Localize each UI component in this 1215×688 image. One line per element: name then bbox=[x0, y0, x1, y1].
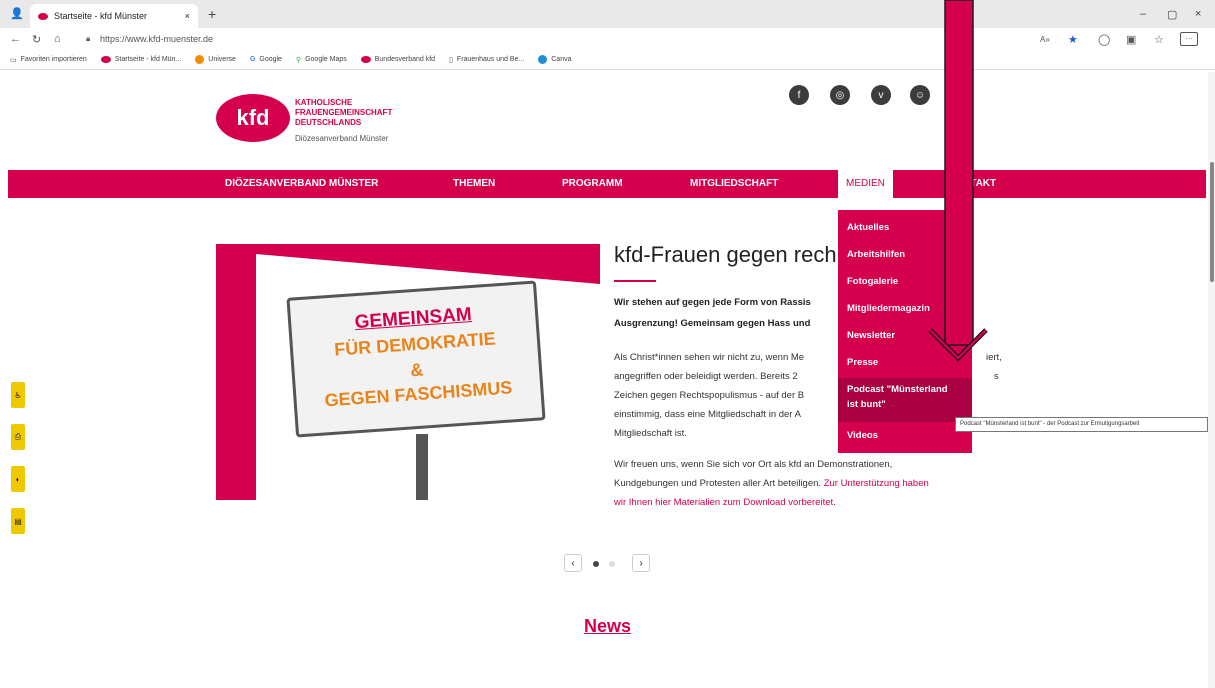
headline-underline bbox=[614, 280, 656, 282]
folder-icon: ▭ bbox=[10, 56, 17, 64]
profile-icon[interactable]: 👤 bbox=[10, 7, 24, 20]
slider-prev-button[interactable]: ‹ bbox=[564, 554, 582, 572]
medien-dropdown-menu: Aktuelles Arbeitshilfen Fotogalerie Mitg… bbox=[838, 210, 972, 453]
universe-icon bbox=[195, 55, 205, 64]
instagram-icon[interactable]: ◎ bbox=[830, 85, 850, 105]
slide-text-line1: Als Christ*innen sehen wir nicht zu, wen… bbox=[614, 352, 805, 363]
page-icon: ▯ bbox=[449, 56, 453, 64]
extensions-icon[interactable]: ◯ bbox=[1098, 33, 1110, 46]
nav-mitgliedschaft[interactable]: MITGLIEDSCHAFT bbox=[690, 170, 778, 198]
org-name-line2: FRAUENGEMEINSCHAFT bbox=[295, 108, 393, 117]
kfd-logo[interactable]: kfd bbox=[216, 94, 290, 142]
facebook-icon[interactable]: f bbox=[789, 85, 809, 105]
scrollbar-thumb[interactable] bbox=[1210, 162, 1214, 282]
menu-item-fotogalerie[interactable]: Fotogalerie bbox=[847, 276, 898, 287]
back-icon[interactable]: ← bbox=[10, 33, 21, 45]
nav-medien[interactable]: MEDIEN bbox=[838, 170, 893, 198]
slide-lead-line1: Wir stehen auf gegen jede Form von Rassi… bbox=[614, 297, 811, 308]
download-link-line2[interactable]: wir Ihnen hier Materialien zum Download … bbox=[614, 497, 836, 508]
nav-programm[interactable]: PROGRAMM bbox=[562, 170, 623, 198]
url-field[interactable]: https://www.kfd-muenster.de bbox=[100, 34, 213, 44]
bookmark-frauenhaus[interactable]: ▯ Frauenhaus und Be... bbox=[449, 56, 524, 64]
more-menu-icon[interactable]: ··· bbox=[1180, 32, 1198, 46]
slide-text-line4: einstimmig, dass eine Mitgliedschaft in … bbox=[614, 409, 801, 420]
menu-item-mitgliedermagazin[interactable]: Mitgliedermagazin bbox=[847, 303, 930, 314]
menu-item-presse[interactable]: Presse bbox=[847, 357, 878, 368]
menu-item-videos[interactable]: Videos bbox=[847, 430, 878, 441]
favorite-star-icon[interactable]: ★ bbox=[1068, 33, 1078, 46]
tab-close-icon[interactable]: × bbox=[185, 11, 190, 21]
tab-title: Startseite - kfd Münster bbox=[54, 11, 148, 21]
lock-icon: 🔒︎ bbox=[86, 34, 91, 43]
browser-tab-bar: 👤 Startseite - kfd Münster × + – ▢ × bbox=[0, 0, 1215, 28]
bookmark-bundesverband[interactable]: Bundesverband kfd bbox=[360, 56, 435, 63]
nav-dioezesanverband[interactable]: DIÖZESANVERBAND MÜNSTER bbox=[225, 170, 378, 198]
map-pin-icon: ⚲ bbox=[295, 56, 302, 64]
bookmark-canva[interactable]: Canva bbox=[538, 55, 571, 64]
bookmarks-bar: ▭ Favoriten importieren Startseite - kfd … bbox=[0, 50, 1215, 70]
main-navigation: DIÖZESANVERBAND MÜNSTER THEMEN PROGRAMM … bbox=[8, 170, 1206, 198]
minimize-button[interactable]: – bbox=[1140, 8, 1146, 20]
menu-item-podcast-line2[interactable]: ist bunt" bbox=[847, 399, 886, 410]
print-icon[interactable]: ⎙ bbox=[11, 424, 25, 450]
menu-item-arbeitshilfen[interactable]: Arbeitshilfen bbox=[847, 249, 905, 260]
maximize-button[interactable]: ▢ bbox=[1167, 8, 1177, 21]
accessibility-icon[interactable]: ♿︎ bbox=[11, 382, 25, 408]
bookmark-import[interactable]: ▭ Favoriten importieren bbox=[10, 56, 87, 64]
menu-item-newsletter[interactable]: Newsletter bbox=[847, 330, 895, 341]
contrast-icon[interactable]: ◐ bbox=[11, 466, 25, 492]
vimeo-icon[interactable]: v bbox=[871, 85, 891, 105]
slider-dot-active[interactable] bbox=[593, 561, 599, 567]
kfd-favicon-icon bbox=[100, 56, 111, 63]
slide-text-line2: angegriffen oder beleidigt werden. Berei… bbox=[614, 371, 798, 382]
slide-text-line7: Kundgebungen und Protesten aller Art bet… bbox=[614, 478, 929, 489]
read-aloud-icon[interactable]: A» bbox=[1040, 35, 1050, 44]
menu-item-podcast[interactable]: Podcast "Münsterland bbox=[847, 384, 948, 395]
reader-icon[interactable]: ▤ bbox=[11, 508, 25, 534]
bookmark-google-maps[interactable]: ⚲ Google Maps bbox=[296, 56, 347, 64]
favorites-icon[interactable]: ☆ bbox=[1154, 33, 1164, 46]
org-name-line1: KATHOLISCHE bbox=[295, 98, 353, 107]
home-icon[interactable]: ⌂ bbox=[54, 33, 61, 45]
slide-text-line6: Wir freuen uns, wenn Sie sich vor Ort al… bbox=[614, 459, 893, 470]
slide-text-line5: Mitgliedschaft ist. bbox=[614, 428, 687, 439]
slide-text-line3: Zeichen gegen Rechtspopulismus - auf der… bbox=[614, 390, 805, 401]
canva-icon bbox=[538, 55, 548, 64]
google-icon: G bbox=[249, 56, 256, 63]
split-screen-icon[interactable]: ▣ bbox=[1126, 33, 1136, 46]
sign-post bbox=[416, 434, 428, 500]
slide-text-line2-end: s bbox=[994, 371, 999, 382]
podcast-tooltip: Podcast "Münsterland ist bunt" - der Pod… bbox=[955, 417, 1208, 432]
slider-next-button[interactable]: › bbox=[632, 554, 650, 572]
nav-kontakt[interactable]: NTAKT bbox=[963, 170, 996, 198]
download-link[interactable]: Zur Unterstützung haben bbox=[824, 478, 929, 489]
nav-themen[interactable]: THEMEN bbox=[453, 170, 495, 198]
podcast-icon[interactable]: ☺ bbox=[910, 85, 930, 105]
kfd-favicon-icon bbox=[360, 56, 371, 63]
news-section-title[interactable]: News bbox=[584, 616, 631, 637]
slider-dot[interactable] bbox=[609, 561, 615, 567]
close-window-button[interactable]: × bbox=[1195, 8, 1201, 20]
bookmark-universe[interactable]: Universe bbox=[195, 55, 236, 64]
protest-sign: GEMEINSAM FÜR DEMOKRATIE & GEGEN FASCHIS… bbox=[286, 280, 546, 438]
org-name-line3: DEUTSCHLANDS bbox=[295, 118, 362, 127]
slider-image[interactable]: GEMEINSAM FÜR DEMOKRATIE & GEGEN FASCHIS… bbox=[216, 244, 600, 500]
slide-headline: kfd-Frauen gegen rech bbox=[614, 242, 837, 267]
web-page: kfd KATHOLISCHE FRAUENGEMEINSCHAFT DEUTS… bbox=[8, 72, 1215, 688]
menu-item-aktuelles[interactable]: Aktuelles bbox=[847, 222, 889, 233]
slide-text-line1-end: iert, bbox=[986, 352, 1002, 363]
bookmark-google[interactable]: G Google bbox=[250, 56, 282, 63]
org-subtitle: Diözesanverband Münster bbox=[295, 134, 389, 143]
new-tab-button[interactable]: + bbox=[208, 6, 216, 22]
address-bar-row: ← ↻ ⌂ 🔒︎ https://www.kfd-muenster.de A» … bbox=[0, 28, 1215, 50]
browser-tab[interactable]: Startseite - kfd Münster × bbox=[30, 4, 198, 28]
kfd-favicon-icon bbox=[38, 12, 48, 20]
bookmark-kfd[interactable]: Startseite - kfd Mün... bbox=[100, 56, 181, 63]
reload-icon[interactable]: ↻ bbox=[32, 33, 41, 46]
slide-lead-line2: Ausgrenzung! Gemeinsam gegen Hass und bbox=[614, 318, 811, 329]
slider-pagination: ‹ › bbox=[564, 554, 652, 572]
